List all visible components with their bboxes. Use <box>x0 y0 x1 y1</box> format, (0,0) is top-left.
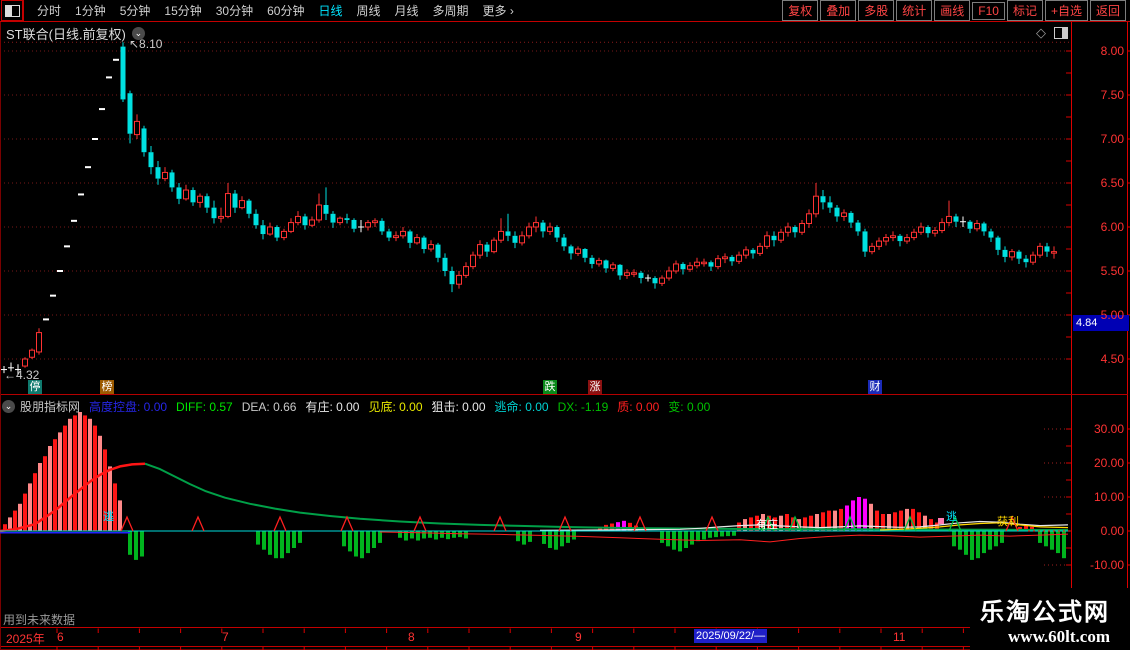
indicator-chart-label: 逃 <box>946 511 957 523</box>
event-tag[interactable]: 停 <box>28 380 42 394</box>
indicator-value-8: DX: -1.19 <box>557 399 609 414</box>
indicator-chart-label: 有庄 <box>756 519 778 531</box>
indicator-axis-label: 10.00 <box>1093 490 1124 504</box>
chevron-down-icon[interactable]: ⌄ <box>131 27 145 40</box>
price-axis-label: 7.50 <box>1100 88 1124 102</box>
indicator-value-7: 逃命: 0.00 <box>494 400 549 414</box>
diamond-icon[interactable]: ◇ <box>1036 25 1046 41</box>
price-axis-label: 4.50 <box>1100 352 1124 366</box>
year-label: 2025年 <box>6 632 45 646</box>
indicator-axis-label: 20.00 <box>1093 456 1124 470</box>
indicator-chart-label: 逃 <box>103 511 114 523</box>
toolbar-button-6[interactable]: 标记 <box>1006 0 1043 21</box>
event-tag[interactable]: 跌 <box>543 380 557 394</box>
indicator-value-2: DIFF: 0.57 <box>176 399 233 414</box>
watermark-url: www.60lt.com <box>1008 627 1110 646</box>
indicator-value-4: 有庄: 0.00 <box>305 400 360 414</box>
indicator-value-5: 见底: 0.00 <box>368 400 423 414</box>
toolbar-button-2[interactable]: 多股 <box>858 0 895 21</box>
date-tick-label: 7 <box>222 630 229 644</box>
title-bar: ST联合(日线.前复权) ⌄ <box>6 24 145 43</box>
watermark: 乐淘公式网 www.60lt.com <box>970 588 1130 650</box>
page-title: ST联合(日线.前复权) <box>6 27 126 42</box>
panel-layout-icon[interactable] <box>1054 27 1068 39</box>
event-tag[interactable]: 涨 <box>588 380 602 394</box>
toolbar-button-5[interactable]: F10 <box>972 1 1005 20</box>
price-axis-label: 6.00 <box>1100 220 1124 234</box>
indicator-axis-label: 30.00 <box>1093 422 1124 436</box>
menu-item-1[interactable]: 1分钟 <box>68 2 113 19</box>
menu-item-0[interactable]: 分时 <box>30 2 68 19</box>
period-menu: 分时 1分钟 5分钟 15分钟 30分钟 60分钟 日线 周线 月线 多周期 更多 › <box>30 2 521 19</box>
toolbar-button-7[interactable]: +自选 <box>1044 0 1088 21</box>
menu-item-8[interactable]: 月线 <box>388 2 426 19</box>
indicator-chart-label: 获利 <box>997 516 1019 528</box>
toolbar-button-0[interactable]: 复权 <box>782 0 819 21</box>
menu-item-5[interactable]: 60分钟 <box>260 2 311 19</box>
menu-item-6[interactable]: 日线 <box>311 2 349 19</box>
price-axis-label: 7.00 <box>1100 132 1124 146</box>
indicator-value-9: 质: 0.00 <box>617 400 660 414</box>
toolbar-button-1[interactable]: 叠加 <box>820 0 857 21</box>
action-buttons: 复权 叠加 多股 统计 画线 F10 标记 +自选 返回 <box>780 0 1126 21</box>
indicator-header: ⌄ 股朋指标网 高度控盘: 0.00 DIFF: 0.57 DEA: 0.66 有庄: … <box>2 398 719 415</box>
menu-item-2[interactable]: 5分钟 <box>113 2 158 19</box>
indicator-title: 股朋指标网 <box>20 400 81 414</box>
date-tick-label: 9 <box>575 630 582 644</box>
selected-date-badge: 2025/09/22/— <box>694 629 768 643</box>
date-tick-label: 6 <box>57 630 64 644</box>
toolbar-divider <box>23 0 24 21</box>
chart-canvas <box>0 0 1130 650</box>
menu-item-4[interactable]: 30分钟 <box>209 2 260 19</box>
date-tick-label: 8 <box>408 630 415 644</box>
menu-item-10[interactable]: 更多 › <box>476 2 521 19</box>
price-axis-label: 5.50 <box>1100 264 1124 278</box>
watermark-site-name: 乐淘公式网 <box>980 600 1110 626</box>
period-toolbar: 分时 1分钟 5分钟 15分钟 30分钟 60分钟 日线 周线 月线 多周期 更多 › 复权 叠加 多股… <box>0 0 1130 22</box>
window-split-icon[interactable] <box>1 0 23 21</box>
future-data-warning: 用到未来数据 <box>3 613 76 627</box>
date-tick-label: 11 <box>893 630 906 644</box>
trading-terminal-window: 分时 1分钟 5分钟 15分钟 30分钟 60分钟 日线 周线 月线 多周期 更多 › 复权 叠加 多股… <box>0 0 1130 650</box>
price-axis-label: 5.00 <box>1100 308 1124 322</box>
indicator-axis-label: 0.00 <box>1100 524 1124 538</box>
event-tag[interactable]: 榜 <box>100 380 114 394</box>
indicator-value-10: 变: 0.00 <box>668 400 711 414</box>
price-axis-label: 8.00 <box>1100 44 1124 58</box>
menu-item-3[interactable]: 15分钟 <box>157 2 208 19</box>
menu-item-9[interactable]: 多周期 <box>426 2 476 19</box>
date-axis[interactable]: 2025年 2025/09/22/— 6 7 8 9 11 <box>0 628 1130 647</box>
menu-item-7[interactable]: 周线 <box>349 2 387 19</box>
toolbar-button-8[interactable]: 返回 <box>1089 0 1126 21</box>
indicator-value-3: DEA: 0.66 <box>241 399 297 414</box>
toolbar-button-3[interactable]: 统计 <box>896 0 933 21</box>
price-axis-label: 6.50 <box>1100 176 1124 190</box>
chevron-down-icon[interactable]: ⌄ <box>2 400 15 413</box>
indicator-value-6: 狙击: 0.00 <box>431 400 486 414</box>
indicator-value-1: 高度控盘: 0.00 <box>89 400 168 414</box>
toolbar-button-4[interactable]: 画线 <box>934 0 971 21</box>
event-tag[interactable]: 财 <box>868 380 882 394</box>
indicator-axis-label: -10.00 <box>1089 558 1124 572</box>
